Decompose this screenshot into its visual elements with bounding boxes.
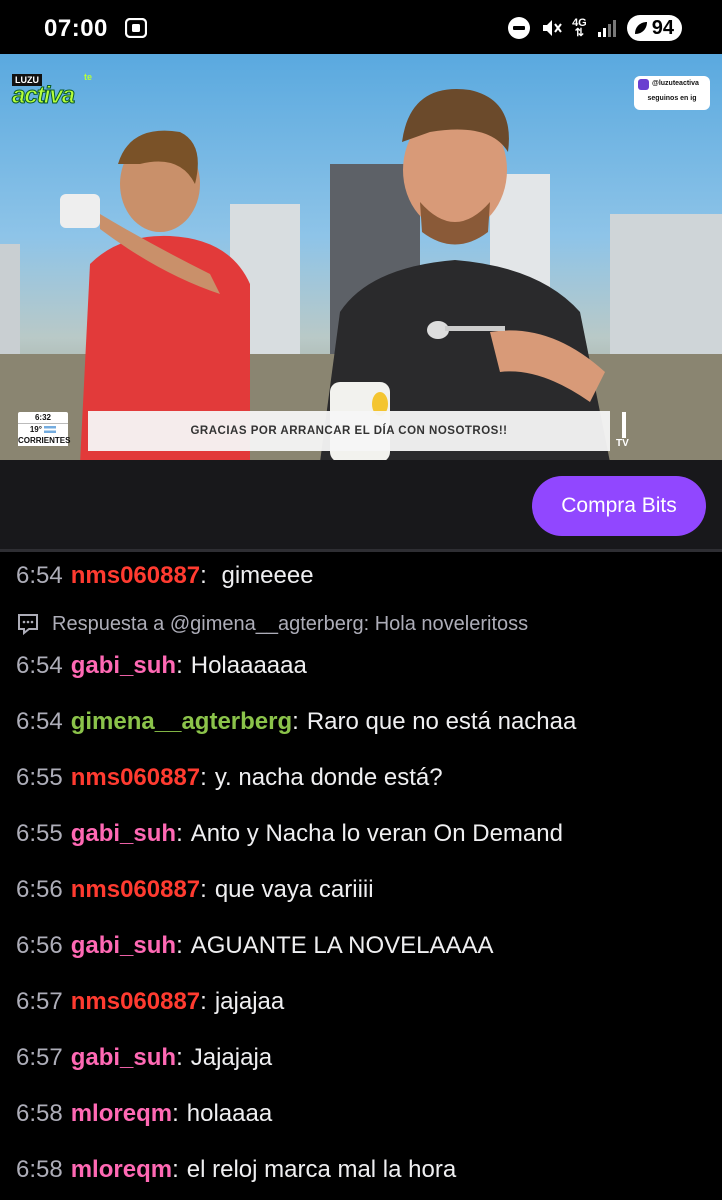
chat-panel[interactable]: 6:54 nms060887: gimeeee Respuesta a @gime… [0,552,722,1200]
signal-icon [597,20,616,37]
reply-context[interactable]: Respuesta a @gimena__agterberg: Hola nov… [16,612,528,636]
mute-icon [543,20,562,36]
stream-action-bar: Compra Bits [0,460,722,550]
message-timestamp: 6:54 [16,652,63,679]
chat-message: 6:57 nms060887: jajajaa [16,988,285,1015]
battery-level: 94 [651,16,674,39]
message-text: el reloj marca mal la hora [186,1156,457,1183]
do-not-disturb-icon [508,17,531,39]
message-text: Holaaaaaa [190,652,307,679]
message-text: AGUANTE LA NOVELAAAA [190,932,494,959]
message-text: Raro que no está nachaa [306,708,577,735]
message-timestamp: 6:58 [16,1100,63,1127]
person-right [320,89,610,460]
message-timestamp: 6:58 [16,1156,63,1183]
battery-saver-icon [634,22,647,34]
clock: 07:00 [44,15,108,42]
battery-indicator: 94 [626,15,682,41]
lower-third-banner: GRACIAS POR ARRANCAR EL DÍA CON NOSOTROS… [88,411,610,451]
message-username[interactable]: gabi_suh [71,1044,176,1071]
instagram-badge: @luzuteactiva seguinos en ig [634,76,710,110]
message-username[interactable]: nms060887 [71,876,200,903]
chat-message: 6:58 mloreqm: holaaaa [16,1100,273,1127]
message-username[interactable]: gabi_suh [71,652,176,679]
message-text: Anto y Nacha lo veran On Demand [190,820,563,847]
message-timestamp: 6:57 [16,1044,63,1071]
message-text: jajajaa [214,988,285,1015]
message-username[interactable]: mloreqm [71,1100,172,1127]
instagram-icon [638,79,649,90]
message-username[interactable]: nms060887 [71,764,200,791]
message-timestamp: 6:55 [16,820,63,847]
message-timestamp: 6:55 [16,764,63,791]
chat-message: 6:55 nms060887: y. nacha donde está? [16,764,443,791]
message-username[interactable]: gabi_suh [71,820,176,847]
network-type: 4G ⇅ [572,17,587,39]
message-text: y. nacha donde está? [214,764,443,791]
argentina-flag-icon [44,426,57,434]
message-timestamp: 6:54 [16,708,63,735]
message-username[interactable]: gimena__agterberg [71,708,292,735]
message-username[interactable]: gabi_suh [71,932,176,959]
chat-message: 6:55 gabi_suh: Anto y Nacha lo veran On De… [16,820,563,847]
tv-logo: TV [614,412,634,450]
chat-message: 6:56 gabi_suh: AGUANTE LA NOVELAAAA [16,932,494,959]
message-text: Jajajaja [190,1044,273,1071]
screen-record-icon [125,18,147,38]
chat-message: 6:54 gabi_suh: Holaaaaaa [16,652,307,679]
message-timestamp: 6:56 [16,932,63,959]
chat-message: 6:54 gimena__agterberg: Raro que no está n… [16,708,577,735]
video-player[interactable]: LUZU te activa @luzuteactiva seguinos en… [0,54,722,460]
message-username[interactable]: mloreqm [71,1156,172,1183]
message-text: holaaaa [186,1100,273,1127]
buy-bits-button[interactable]: Compra Bits [532,476,706,536]
temperature: 19° [18,424,68,435]
message-timestamp: 6:56 [16,876,63,903]
person-left [60,130,250,460]
chat-message: 6:57 gabi_suh: Jajajaja [16,1044,273,1071]
reply-label: Respuesta a @gimena__agterberg: Hola nov… [52,612,529,635]
message-username[interactable]: nms060887 [71,988,200,1015]
onscreen-clock: 6:32 19° CORRIENTES [18,412,71,446]
chat-message: 6:56 nms060887: que vaya cariiii [16,876,374,903]
message-text: que vaya cariiii [214,876,374,903]
channel-logo: LUZU te activa [11,72,93,110]
status-bar: 07:00 4G ⇅ 94 [0,0,722,54]
reply-icon [18,614,38,636]
chat-message-partial: 6:54 nms060887: gimeeee [16,562,314,589]
message-timestamp: 6:57 [16,988,63,1015]
chat-message: 6:58 mloreqm: el reloj marca mal la hora [16,1156,457,1183]
